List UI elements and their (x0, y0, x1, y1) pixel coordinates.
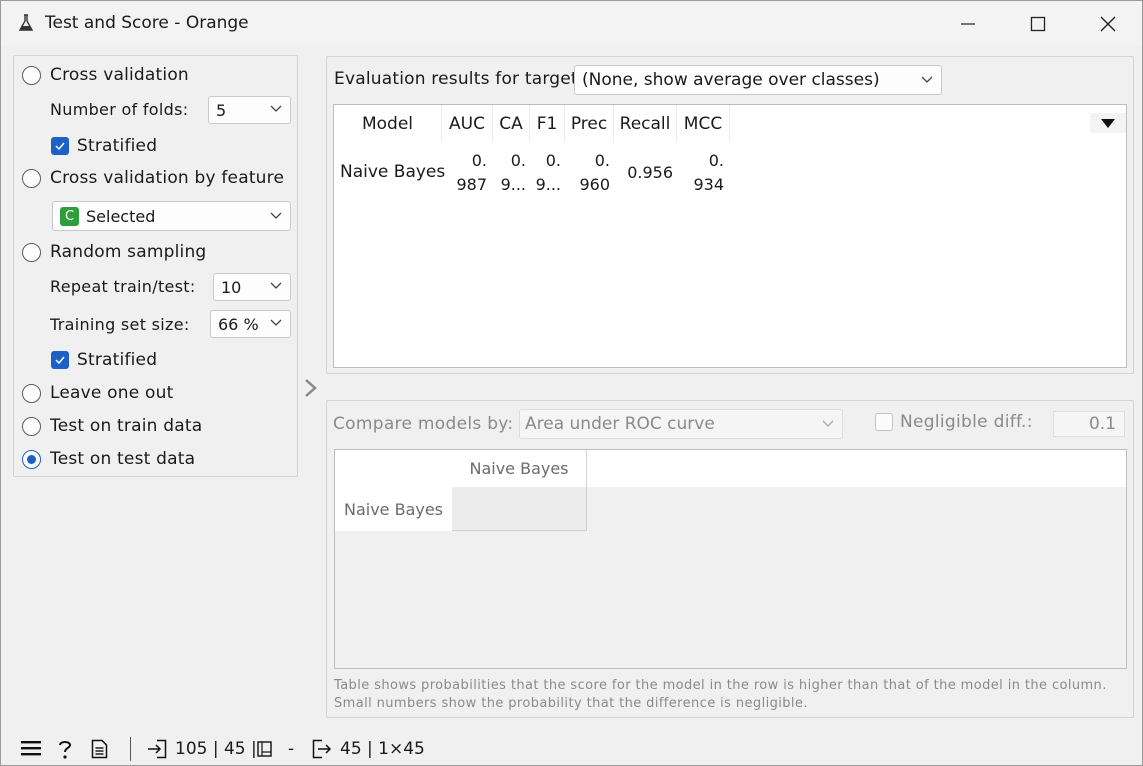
chevron-down-icon (822, 420, 834, 427)
comparison-row-header: Naive Bayes (335, 487, 452, 531)
checkbox[interactable] (875, 413, 893, 431)
folds-label: Number of folds: (50, 100, 189, 119)
hamburger-menu-icon[interactable] (21, 739, 41, 757)
target-class-combo[interactable]: (None, show average over classes) (574, 65, 942, 95)
cell-auc-line-1: 0. (471, 151, 487, 170)
input-icon (148, 739, 167, 759)
column-header-auc[interactable]: AUC (442, 105, 493, 142)
evaluation-results-table[interactable]: Model AUC CA F1 Prec Recall MCC Naive Ba… (333, 104, 1127, 368)
chevron-down-icon (270, 212, 282, 219)
chevron-down-icon (270, 319, 282, 326)
feature-combo[interactable]: C Selected (52, 201, 291, 231)
column-header-recall[interactable]: Recall (614, 105, 677, 142)
cell-f1-line-2: 9... (535, 175, 561, 194)
repeat-label: Repeat train/test: (50, 277, 196, 296)
cell-mcc-line-1: 0. (708, 151, 724, 170)
train-size-combo[interactable]: 66 % (210, 310, 291, 338)
chevron-down-icon (270, 105, 282, 112)
flask-icon (18, 14, 34, 31)
window-title: Test and Score - Orange (45, 13, 249, 33)
maximize-button[interactable] (1003, 1, 1073, 46)
radio-leave-one-out[interactable]: Leave one out (22, 383, 173, 403)
evaluation-target-label: Evaluation results for target (334, 69, 578, 89)
cell-f1-line-1: 0. (545, 151, 561, 170)
radio-cross-validation[interactable]: Cross validation (22, 65, 189, 85)
radio-test-on-test[interactable]: Test on test data (22, 449, 195, 469)
checkbox[interactable] (51, 351, 69, 369)
radio-button-selected[interactable] (22, 449, 41, 469)
input-suffix: - (288, 739, 295, 759)
radio-cv-by-feature[interactable]: Cross validation by feature (22, 168, 284, 188)
column-header-model[interactable]: Model (334, 105, 442, 142)
radio-button[interactable] (22, 168, 41, 188)
help-icon[interactable] (57, 739, 73, 759)
cell-ca-line-2: 9... (500, 175, 526, 194)
title-bar: Test and Score - Orange (1, 1, 1142, 46)
compare-models-group: Compare models by: Area under ROC curve … (326, 400, 1134, 718)
stratified-checkbox-1[interactable]: Stratified (51, 136, 157, 156)
cell-ca-line-1: 0. (510, 151, 526, 170)
table-icon (257, 741, 272, 757)
report-icon[interactable] (91, 739, 108, 759)
categorical-feature-icon: C (60, 206, 79, 226)
evaluation-results-group: Evaluation results for target (None, sho… (326, 56, 1134, 374)
cell-recall: 0.956 (627, 163, 673, 182)
cell-prec-line-1: 0. (594, 151, 610, 170)
maximize-icon (1030, 16, 1046, 31)
chevron-down-icon (270, 282, 282, 289)
checkmark-icon (55, 142, 65, 151)
status-bar: 105 | 45 | - 45 | 1×45 (1, 731, 1142, 766)
train-size-label: Training set size: (50, 315, 190, 334)
comparison-note-line-2: Small numbers show the probability that … (334, 696, 808, 711)
comparison-note-line-1: Table shows probabilities that the score… (334, 678, 1107, 693)
sampling-panel: Cross validation Number of folds: 5 Stra… (13, 55, 298, 477)
negligible-diff-input[interactable]: 0.1 (1053, 411, 1125, 437)
radio-test-on-train[interactable]: Test on train data (22, 416, 202, 436)
repeat-combo[interactable]: 10 (213, 273, 291, 301)
radio-button[interactable] (22, 242, 41, 262)
comparison-cell (452, 487, 587, 531)
output-summary: 45 | 1×45 (340, 739, 425, 759)
model-comparison-table[interactable]: Naive Bayes Naive Bayes (334, 449, 1127, 669)
column-header-mcc[interactable]: MCC (677, 105, 730, 142)
cell-prec-line-2: 960 (579, 175, 610, 194)
radio-button[interactable] (22, 416, 41, 436)
stratified-checkbox-2[interactable]: Stratified (51, 350, 157, 370)
radio-random-sampling[interactable]: Random sampling (22, 242, 206, 262)
close-icon (1100, 16, 1116, 31)
cell-model: Naive Bayes (340, 162, 446, 182)
column-header-f1[interactable]: F1 (530, 105, 565, 142)
status-separator (130, 737, 131, 761)
cell-auc-line-2: 987 (456, 175, 487, 194)
checkbox[interactable] (51, 137, 69, 155)
triangle-down-icon (1101, 119, 1115, 128)
close-button[interactable] (1073, 1, 1143, 46)
cell-mcc-line-2: 934 (693, 175, 724, 194)
minimize-button[interactable] (933, 1, 1003, 46)
chevron-right-icon[interactable] (303, 378, 319, 398)
radio-button[interactable] (22, 65, 41, 85)
output-icon (312, 739, 332, 759)
compare-models-label: Compare models by: (333, 414, 514, 434)
checkmark-icon (55, 356, 65, 365)
comparison-column-header: Naive Bayes (452, 450, 587, 487)
minimize-icon (961, 22, 975, 25)
test-and-score-window: Test and Score - Orange Cross validation… (0, 0, 1143, 766)
column-header-prec[interactable]: Prec (565, 105, 614, 142)
negligible-diff-checkbox[interactable]: Negligible diff.: (875, 412, 1033, 432)
header-menu-button[interactable] (1090, 113, 1126, 133)
folds-combo[interactable]: 5 (208, 96, 291, 124)
radio-button[interactable] (22, 383, 41, 403)
input-summary: 105 | 45 | (175, 739, 257, 759)
chevron-down-icon (921, 76, 933, 83)
column-header-ca[interactable]: CA (493, 105, 530, 142)
compare-metric-combo[interactable]: Area under ROC curve (519, 409, 843, 439)
